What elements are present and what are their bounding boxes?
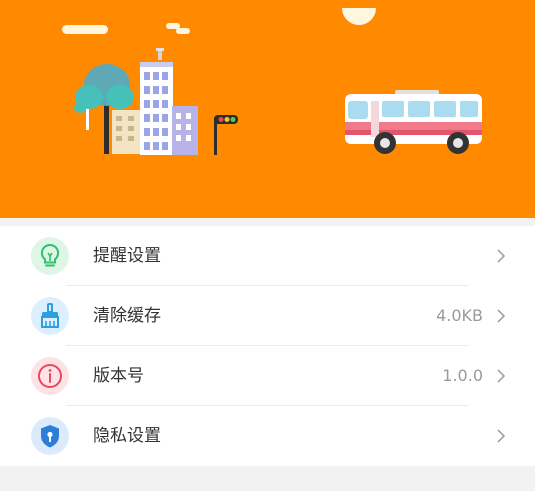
header-banner [0,0,535,218]
city-bus-illustration [62,8,482,155]
traffic-light-icon [214,115,238,155]
cloud-icon [62,25,108,34]
settings-item-label: 清除缓存 [93,306,161,326]
sun-icon [342,8,376,25]
settings-item-label: 版本号 [93,366,144,386]
version-value: 1.0.0 [442,366,483,385]
settings-item-label: 提醒设置 [93,246,161,266]
chevron-right-icon [497,309,506,323]
broom-icon [31,297,69,335]
chevron-right-icon [497,369,506,383]
skyscraper-icon [140,48,173,155]
settings-item-clear-cache[interactable]: 清除缓存 4.0KB [0,286,535,346]
shield-lock-icon [31,417,69,455]
settings-item-version[interactable]: 版本号 1.0.0 [0,346,535,406]
lightbulb-icon [31,237,69,275]
info-icon [31,357,69,395]
bus-icon [345,90,482,154]
settings-item-privacy[interactable]: 隐私设置 [0,406,535,466]
chevron-right-icon [497,249,506,263]
settings-item-label: 隐私设置 [93,426,161,446]
settings-list: 提醒设置 清除缓存 4.0KB 版本号 1.0.0 隐私设置 [0,226,535,466]
cache-size-value: 4.0KB [436,306,483,325]
chevron-right-icon [497,429,506,443]
settings-item-reminder[interactable]: 提醒设置 [0,226,535,286]
